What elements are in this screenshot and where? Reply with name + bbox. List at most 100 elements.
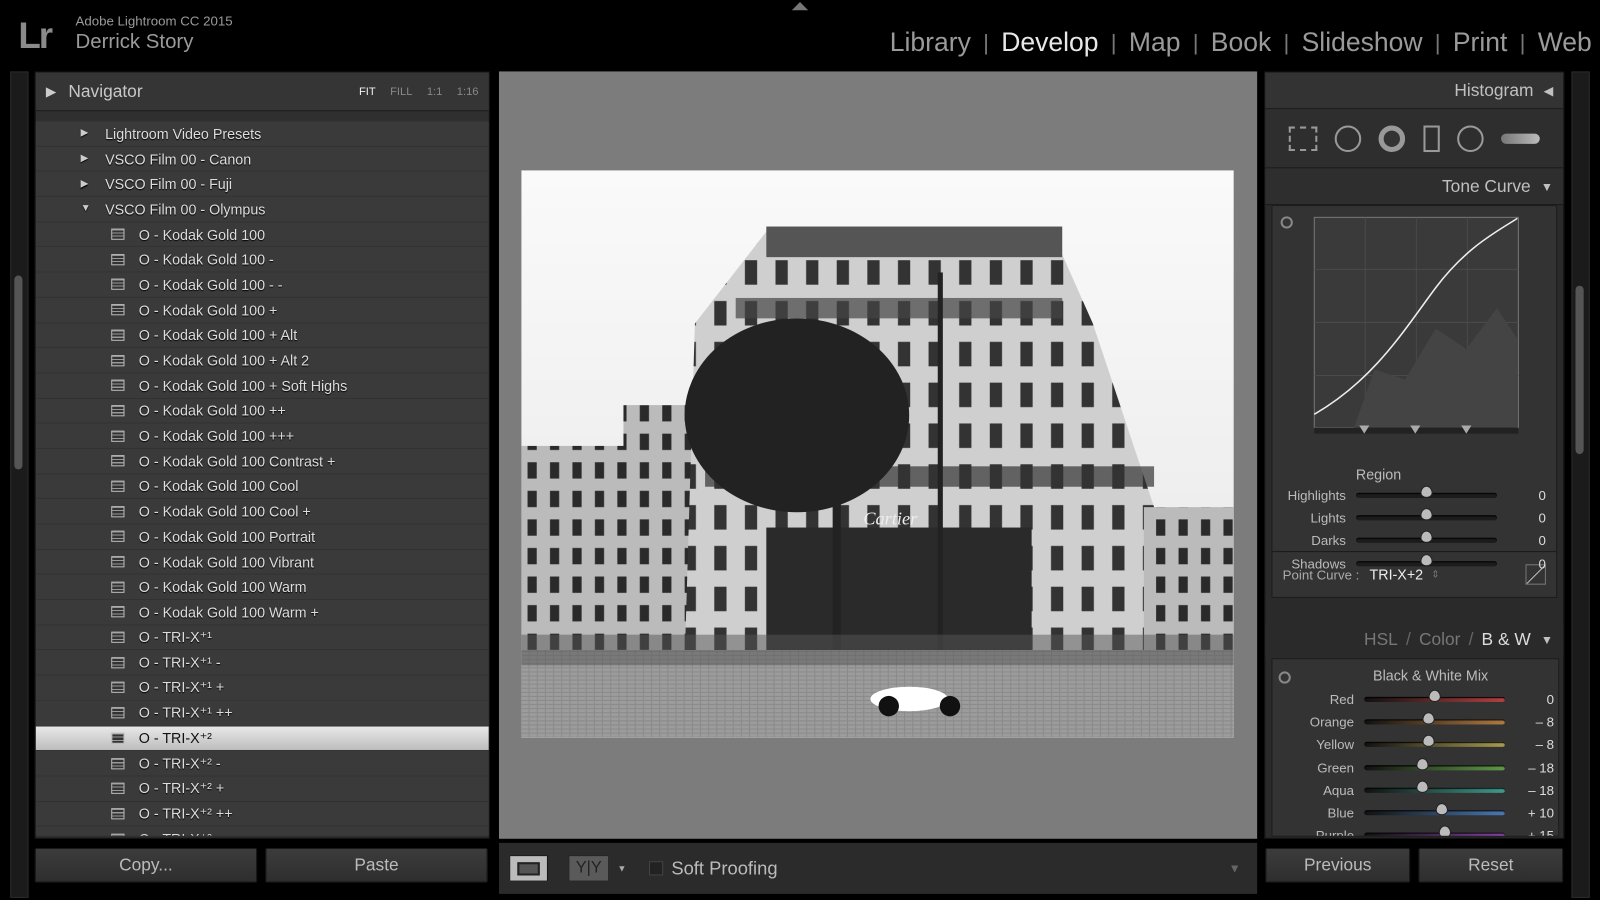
slider-track[interactable] bbox=[1364, 780, 1506, 793]
preset-item[interactable]: O - TRI-X⁺¹ - bbox=[35, 650, 489, 676]
left-scrollbar[interactable] bbox=[14, 275, 23, 470]
slider-value[interactable]: 0 bbox=[1497, 510, 1546, 525]
radial-filter-icon[interactable] bbox=[1457, 124, 1484, 152]
loupe-view-button[interactable] bbox=[509, 855, 548, 882]
slider-thumb[interactable] bbox=[1420, 485, 1433, 498]
preset-item[interactable]: O - TRI-X⁺² - bbox=[35, 751, 489, 777]
preset-item[interactable]: O - TRI-X⁺¹ bbox=[35, 625, 489, 651]
module-develop[interactable]: Develop bbox=[1001, 27, 1098, 59]
collapse-triangle-icon[interactable]: ◀ bbox=[1544, 83, 1553, 97]
slider-track[interactable] bbox=[1364, 689, 1506, 702]
slider-value[interactable]: 0 bbox=[1497, 556, 1546, 571]
target-adjust-icon[interactable] bbox=[1278, 671, 1291, 684]
tone-curve-header[interactable]: Tone Curve ▼ bbox=[1265, 168, 1564, 206]
tab-hsl[interactable]: HSL bbox=[1364, 630, 1398, 650]
right-scrollbar[interactable] bbox=[1575, 285, 1584, 455]
before-after-button[interactable]: Y|Y bbox=[568, 855, 610, 882]
target-adjust-icon[interactable] bbox=[1280, 216, 1293, 229]
soft-proofing-checkbox[interactable] bbox=[648, 861, 664, 876]
zoom-option[interactable]: FIT bbox=[359, 85, 376, 97]
module-print[interactable]: Print bbox=[1453, 27, 1508, 59]
slider-track[interactable] bbox=[1364, 803, 1506, 816]
crop-tool-icon[interactable] bbox=[1288, 126, 1317, 151]
preset-item[interactable]: O - Kodak Gold 100 - - bbox=[35, 273, 489, 298]
slider-track[interactable] bbox=[1364, 825, 1506, 836]
preset-item[interactable]: O - Kodak Gold 100 Warm + bbox=[35, 600, 489, 626]
copy-button[interactable]: Copy... bbox=[34, 847, 258, 883]
toolbar-menu-icon[interactable]: ▼ bbox=[1229, 861, 1241, 875]
preset-item[interactable]: O - TRI-X⁺¹ ++ bbox=[35, 701, 489, 727]
zoom-option[interactable]: 1:16 bbox=[457, 85, 479, 97]
preset-folder[interactable]: ▶ Lightroom Video Presets bbox=[35, 121, 489, 147]
preset-item[interactable]: O - Kodak Gold 100 +++ bbox=[35, 424, 489, 449]
preset-item[interactable]: O - Kodak Gold 100 ++ bbox=[35, 399, 489, 424]
preset-folder[interactable]: ▶ VSCO Film 00 - Fuji bbox=[35, 172, 489, 198]
preset-folder[interactable]: ▶ VSCO Film 00 - Canon bbox=[35, 147, 489, 172]
collapse-triangle-icon[interactable]: ▼ bbox=[1541, 179, 1553, 193]
preset-item[interactable]: O - Kodak Gold 100 + Soft Highs bbox=[35, 373, 489, 399]
slider-thumb[interactable] bbox=[1422, 712, 1436, 725]
slider-track[interactable] bbox=[1364, 757, 1506, 770]
preset-item[interactable]: O - TRI-X⁺³ bbox=[36, 827, 489, 836]
collapsed-triangle-icon[interactable]: ▶ bbox=[81, 153, 105, 164]
preset-item[interactable]: O - Kodak Gold 100 Warm bbox=[35, 575, 489, 601]
slider-thumb[interactable] bbox=[1439, 825, 1452, 836]
preset-item[interactable]: O - TRI-X⁺² + bbox=[35, 776, 489, 802]
slider-track[interactable] bbox=[1356, 530, 1497, 544]
collapsed-triangle-icon[interactable]: ▶ bbox=[81, 178, 105, 189]
expand-triangle-icon[interactable]: ▶ bbox=[46, 83, 56, 99]
slider-track[interactable] bbox=[1364, 712, 1506, 725]
slider-track[interactable] bbox=[1356, 553, 1497, 566]
zoom-option[interactable]: FILL bbox=[390, 85, 412, 97]
module-library[interactable]: Library bbox=[890, 27, 971, 59]
histogram-header[interactable]: Histogram ◀ bbox=[1265, 72, 1564, 110]
slider-track[interactable] bbox=[1356, 485, 1497, 498]
slider-value[interactable]: 0 bbox=[1505, 691, 1554, 706]
slider-thumb[interactable] bbox=[1415, 757, 1429, 770]
preset-item[interactable]: O - TRI-X⁺¹ + bbox=[35, 676, 489, 701]
preset-item[interactable]: O - TRI-X⁺² bbox=[35, 726, 489, 752]
preset-item[interactable]: O - Kodak Gold 100 + Alt 2 bbox=[35, 348, 489, 374]
left-panel-edge[interactable] bbox=[10, 71, 29, 898]
slider-track[interactable] bbox=[1356, 508, 1497, 521]
preset-item[interactable]: O - Kodak Gold 100 Contrast + bbox=[35, 449, 489, 475]
slider-thumb[interactable] bbox=[1428, 689, 1441, 702]
slider-thumb[interactable] bbox=[1422, 734, 1436, 748]
preset-item[interactable]: O - Kodak Gold 100 + Alt bbox=[35, 323, 489, 349]
slider-thumb[interactable] bbox=[1420, 553, 1433, 566]
preset-folder[interactable]: ▼ VSCO Film 00 - Olympus bbox=[35, 197, 489, 223]
module-web[interactable]: Web bbox=[1538, 27, 1592, 59]
slider-value[interactable]: + 15 bbox=[1505, 828, 1554, 836]
navigator-header[interactable]: ▶ Navigator FIT FILL 1:1 1:16 bbox=[35, 72, 489, 112]
module-map[interactable]: Map bbox=[1129, 27, 1181, 59]
zoom-option[interactable]: 1:1 bbox=[427, 85, 443, 97]
slider-thumb[interactable] bbox=[1415, 780, 1429, 793]
module-book[interactable]: Book bbox=[1211, 27, 1271, 59]
slider-thumb[interactable] bbox=[1420, 530, 1433, 544]
module-slideshow[interactable]: Slideshow bbox=[1302, 27, 1423, 59]
slider-value[interactable]: 0 bbox=[1497, 533, 1546, 548]
red-eye-icon[interactable] bbox=[1378, 124, 1406, 152]
spot-removal-icon[interactable] bbox=[1334, 124, 1362, 152]
preset-item[interactable]: O - Kodak Gold 100 bbox=[35, 222, 489, 248]
graduated-filter-icon[interactable] bbox=[1423, 124, 1440, 152]
tone-curve-graph[interactable] bbox=[1313, 216, 1521, 436]
collapsed-triangle-icon[interactable]: ▶ bbox=[81, 128, 105, 139]
slider-thumb[interactable] bbox=[1420, 508, 1433, 521]
expanded-triangle-icon[interactable]: ▼ bbox=[81, 203, 105, 214]
tab-color[interactable]: Color bbox=[1419, 630, 1460, 650]
slider-track[interactable] bbox=[1364, 734, 1506, 748]
collapse-triangle-icon[interactable]: ▼ bbox=[1541, 633, 1553, 647]
slider-value[interactable]: + 10 bbox=[1505, 805, 1554, 820]
preset-item[interactable]: O - Kodak Gold 100 Cool + bbox=[35, 499, 489, 525]
slider-value[interactable]: – 8 bbox=[1505, 737, 1554, 752]
preset-item[interactable]: O - Kodak Gold 100 Vibrant bbox=[35, 550, 489, 575]
slider-value[interactable]: – 8 bbox=[1505, 714, 1554, 729]
slider-value[interactable]: – 18 bbox=[1505, 782, 1554, 797]
tab-b-w[interactable]: B & W bbox=[1482, 630, 1531, 650]
top-panel-toggle-icon[interactable] bbox=[791, 2, 809, 11]
previous-button[interactable]: Previous bbox=[1265, 847, 1411, 883]
before-after-dropdown-icon[interactable]: ▼ bbox=[617, 863, 626, 873]
preset-item[interactable]: O - Kodak Gold 100 Portrait bbox=[35, 524, 489, 550]
adjustment-brush-icon[interactable] bbox=[1501, 133, 1541, 144]
